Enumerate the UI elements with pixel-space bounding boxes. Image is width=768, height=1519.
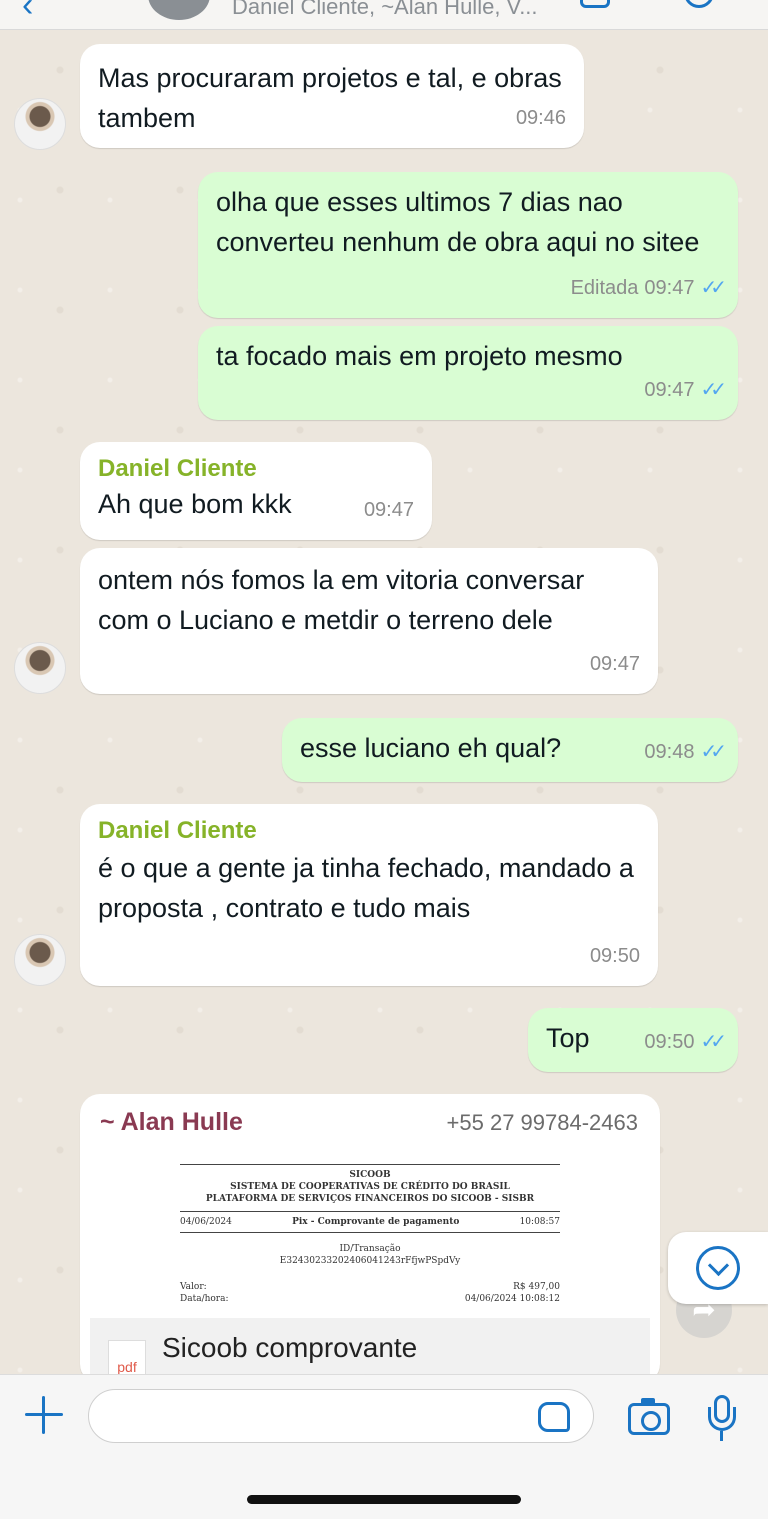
message-input[interactable] [88, 1389, 594, 1443]
video-call-icon[interactable] [580, 0, 610, 8]
message-bubble[interactable]: Daniel Cliente Ah que bom kkk 09:47 [80, 442, 432, 540]
sender-avatar[interactable] [14, 98, 66, 150]
document-preview[interactable]: SICOOB SISTEMA DE COOPERATIVAS DE CRÉDIT… [180, 1164, 560, 1324]
plus-icon[interactable] [22, 1393, 66, 1437]
edited-label: Editada [570, 277, 639, 299]
preview-date: 04/06/2024 [180, 1217, 232, 1227]
double-check-icon: ✓✓ [700, 741, 726, 763]
document-message[interactable]: ~ Alan Hulle +55 27 99784-2463 SICOOB SI… [80, 1094, 660, 1384]
preview-type: Pix - Comprovante de pagamento [292, 1217, 460, 1227]
camera-icon[interactable] [628, 1398, 670, 1435]
microphone-icon[interactable] [708, 1395, 736, 1443]
message-bubble[interactable]: ontem nós fomos la em vitoria conversar … [80, 548, 658, 694]
message-bubble[interactable]: Mas procuraram projetos e tal, e obras t… [80, 44, 584, 148]
double-check-icon: ✓✓ [700, 379, 726, 401]
sender-name[interactable]: Daniel Cliente [98, 814, 640, 848]
back-chevron-icon[interactable]: ‹ [22, 0, 33, 25]
message-time: 09:50 [589, 945, 640, 967]
preview-id-value: E32430233202406041243rFfjwPSpdVy [279, 1256, 461, 1266]
preview-row: Data/hora: 04/06/2024 10:08:12 [180, 1293, 560, 1305]
preview-line: SISTEMA DE COOPERATIVAS DE CRÉDITO DO BR… [230, 1182, 510, 1192]
message-bubble[interactable]: olha que esses ultimos 7 dias nao conver… [198, 172, 738, 318]
message-time: 09:47 [644, 277, 695, 299]
sender-avatar[interactable] [14, 934, 66, 986]
double-check-icon: ✓✓ [700, 1031, 726, 1053]
message-text: olha que esses ultimos 7 dias nao conver… [216, 187, 700, 257]
document-name[interactable]: Sicoob comprovante [162, 1332, 417, 1364]
preview-time: 10:08:57 [519, 1217, 560, 1227]
message-time: 09:47 [363, 499, 414, 521]
preview-rule [180, 1164, 560, 1165]
preview-line: PLATAFORMA DE SERVIÇOS FINANCEIROS DO SI… [205, 1194, 535, 1204]
message-meta: 09:48 ✓✓ [644, 732, 726, 772]
preview-row: 04/06/2024 Pix - Comprovante de pagament… [180, 1216, 560, 1228]
phone-icon[interactable] [684, 0, 714, 8]
preview-value: R$ 497,00 [513, 1282, 560, 1292]
message-meta: Editada 09:47 ✓✓ [570, 268, 727, 308]
double-check-icon: ✓✓ [700, 277, 726, 299]
message-bubble[interactable]: Daniel Cliente é o que a gente ja tinha … [80, 804, 658, 986]
message-bubble[interactable]: Top 09:50 ✓✓ [528, 1008, 738, 1072]
message-text: é o que a gente ja tinha fechado, mandad… [98, 853, 634, 923]
message-time: 09:47 [644, 379, 695, 401]
group-title[interactable]: Daniel Cliente, ~Alan Hulle, V... [232, 0, 538, 20]
preview-label: Valor: [180, 1282, 207, 1292]
group-avatar[interactable] [148, 0, 210, 20]
preview-rule [180, 1211, 560, 1212]
preview-label: Data/hora: [180, 1294, 229, 1304]
message-text: Mas procuraram projetos e tal, e obras t… [98, 63, 562, 133]
chat-header: ‹ Daniel Cliente, ~Alan Hulle, V... [0, 0, 768, 30]
message-bubble[interactable]: esse luciano eh qual? 09:48 ✓✓ [282, 718, 738, 782]
preview-row: Valor: R$ 497,00 [180, 1281, 560, 1293]
message-text: ontem nós fomos la em vitoria conversar … [98, 565, 585, 635]
message-meta: 09:47 ✓✓ [644, 370, 726, 410]
sender-phone: +55 27 99784-2463 [446, 1110, 638, 1135]
sender-avatar[interactable] [14, 642, 66, 694]
sticker-icon[interactable] [538, 1402, 570, 1432]
message-meta: 09:50 ✓✓ [644, 1022, 726, 1062]
sender-name[interactable]: ~ Alan Hulle [100, 1108, 243, 1137]
sender-name[interactable]: Daniel Cliente [98, 452, 414, 486]
message-bubble[interactable]: ta focado mais em projeto mesmo 09:47 ✓✓ [198, 326, 738, 420]
message-time: 09:50 [644, 1031, 695, 1053]
message-time: 09:46 [515, 107, 566, 129]
scroll-down-icon [696, 1246, 740, 1290]
preview-rule [180, 1232, 560, 1233]
message-time: 09:48 [644, 741, 695, 763]
message-time: 09:47 [589, 653, 640, 675]
home-indicator[interactable] [247, 1495, 521, 1504]
preview-line: SICOOB [349, 1170, 391, 1180]
scroll-down-button[interactable] [668, 1232, 768, 1304]
preview-id-label: ID/Transação [339, 1244, 401, 1254]
preview-value: 04/06/2024 10:08:12 [464, 1294, 560, 1304]
